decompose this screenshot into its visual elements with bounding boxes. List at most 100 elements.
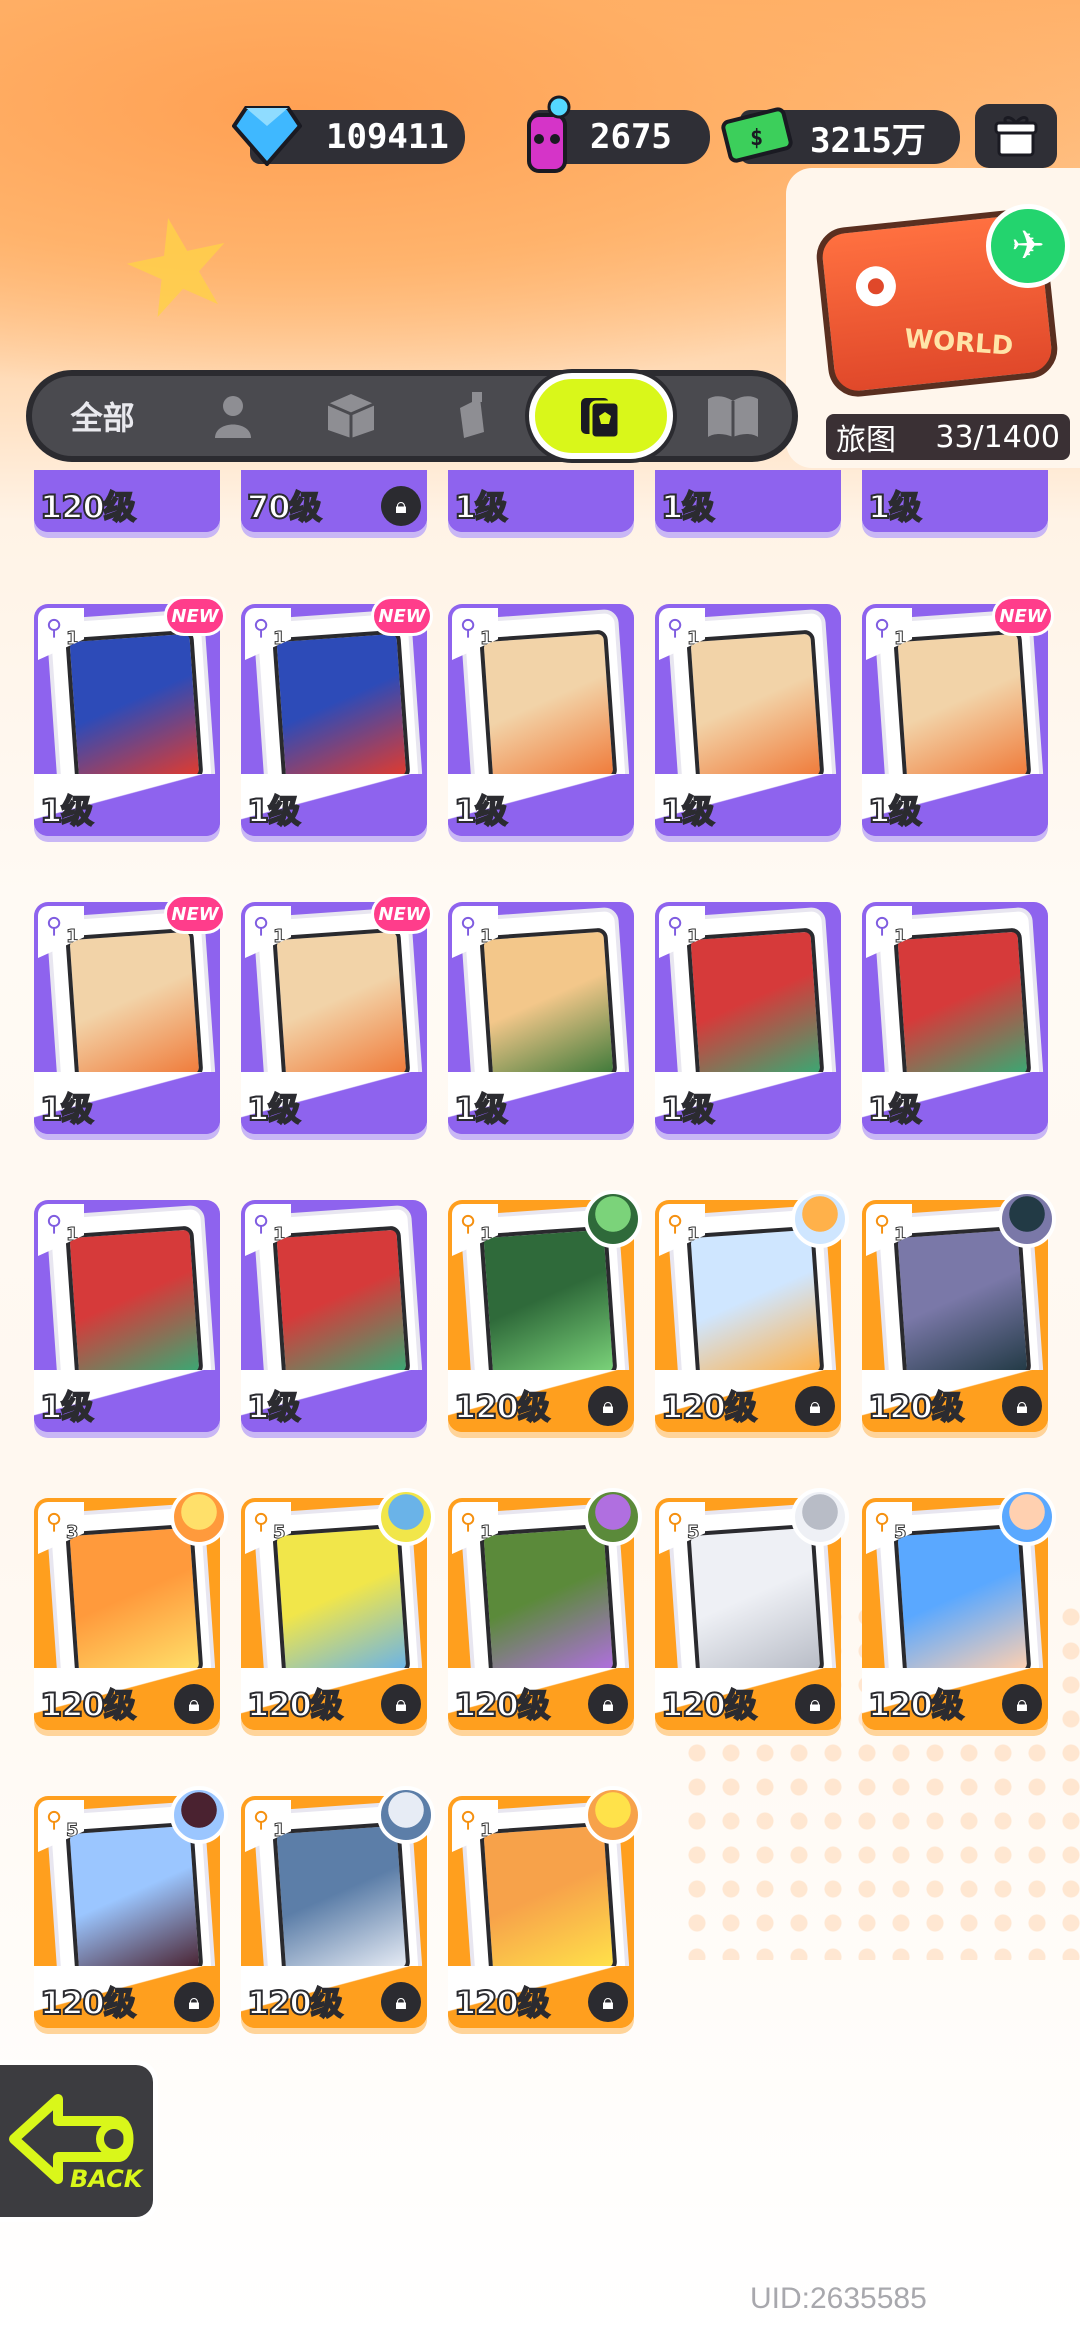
character-card[interactable]: ⚲ 5 120级 🔒︎	[34, 1786, 228, 2028]
gift-box-button[interactable]	[975, 104, 1057, 168]
character-card[interactable]: ⚲ 1 1级	[34, 1200, 220, 1432]
character-avatar	[998, 1488, 1056, 1546]
gem-count: 109411	[326, 117, 449, 157]
lock-icon: 🔒︎	[588, 1684, 628, 1724]
character-card[interactable]: ⚲ 5 120级 🔒︎	[241, 1488, 435, 1730]
character-card[interactable]: ⚲ 1 120级 🔒︎	[655, 1190, 849, 1432]
card-artwork	[479, 1523, 618, 1683]
character-card[interactable]: ⚲ 1 1级 NEW	[241, 596, 433, 836]
character-card-partial[interactable]: 1级	[655, 470, 841, 532]
tab-all[interactable]: 全部	[32, 376, 173, 456]
character-card[interactable]: ⚲ 1 1级 NEW	[34, 596, 226, 836]
role-icon: ⚲	[460, 914, 477, 939]
lock-icon: 🔒︎	[381, 1982, 421, 2022]
card-level: 120级	[246, 1983, 344, 2023]
card-level: 1级	[660, 1089, 715, 1129]
character-avatar	[377, 1786, 435, 1844]
role-icon: ⚲	[874, 914, 891, 939]
character-card[interactable]: ⚲ 1 120级 🔒︎	[448, 1190, 642, 1432]
card-level: 120级	[660, 1387, 758, 1427]
lock-icon: 🔒︎	[588, 1982, 628, 2022]
card-artwork	[686, 629, 825, 789]
character-avatar	[998, 1190, 1056, 1248]
tab-items[interactable]	[292, 376, 411, 456]
lock-icon: 🔒︎	[795, 1684, 835, 1724]
tab-sprays[interactable]	[411, 376, 530, 456]
character-card[interactable]: ⚲ 1 1级	[655, 604, 841, 836]
character-card[interactable]: ⚲ 1 120级 🔒︎	[862, 1190, 1056, 1432]
role-icon: ⚲	[253, 914, 270, 939]
card-level: 1级	[660, 791, 715, 831]
card-artwork	[686, 927, 825, 1087]
new-badge: NEW	[164, 596, 226, 636]
card-level: 120级	[453, 1387, 551, 1427]
card-level: 120级	[39, 487, 137, 527]
character-card[interactable]: ⚲ 1 1级 NEW	[862, 596, 1054, 836]
gem-currency[interactable]: 109411	[232, 106, 465, 166]
role-icon: ⚲	[253, 1808, 270, 1833]
lock-icon: 🔒︎	[174, 1982, 214, 2022]
card-artwork	[686, 1523, 825, 1683]
card-level: 1级	[246, 791, 301, 831]
character-card[interactable]: ⚲ 1 1级	[862, 902, 1048, 1134]
tab-cards[interactable]	[529, 373, 674, 459]
card-artwork	[893, 629, 1032, 789]
box-icon	[327, 394, 375, 438]
lock-icon: 🔒︎	[381, 486, 421, 526]
spray-currency[interactable]: 2675	[527, 95, 710, 173]
svg-text:$: $	[750, 126, 763, 151]
character-card[interactable]: ⚲ 1 1级	[655, 902, 841, 1134]
card-artwork	[893, 927, 1032, 1087]
character-card-partial[interactable]: 120级	[34, 470, 220, 532]
role-icon: ⚲	[460, 1212, 477, 1237]
person-icon	[214, 396, 251, 438]
cash-currency[interactable]: $ 3215万	[721, 107, 960, 164]
character-card[interactable]: ⚲ 5 120级 🔒︎	[655, 1488, 849, 1730]
role-icon: ⚲	[460, 1808, 477, 1833]
character-card[interactable]: ⚲ 1 1级 NEW	[34, 894, 226, 1134]
card-level: 1级	[246, 1387, 301, 1427]
card-level: 1级	[39, 791, 94, 831]
card-level: 120级	[660, 1685, 758, 1725]
character-card[interactable]: ⚲ 1 1级	[241, 1200, 427, 1432]
character-card[interactable]: ⚲ 1 1级 NEW	[241, 894, 433, 1134]
card-artwork	[272, 927, 411, 1087]
character-card[interactable]: ⚲ 1 120级 🔒︎	[448, 1488, 642, 1730]
character-card-partial[interactable]: 70级 🔒︎	[241, 470, 427, 532]
category-tab-bar: 全部	[26, 370, 798, 462]
card-level: 120级	[867, 1387, 965, 1427]
character-card[interactable]: ⚲ 5 120级 🔒︎	[862, 1488, 1056, 1730]
character-card-partial[interactable]: 1级	[862, 470, 1048, 532]
character-card[interactable]: ⚲ 1 120级 🔒︎	[448, 1786, 642, 2028]
role-icon: ⚲	[667, 1510, 684, 1535]
card-level: 120级	[39, 1685, 137, 1725]
new-badge: NEW	[164, 894, 226, 934]
character-avatar	[584, 1190, 642, 1248]
lock-icon: 🔒︎	[588, 1386, 628, 1426]
lock-icon: 🔒︎	[1002, 1386, 1042, 1426]
character-avatar	[584, 1786, 642, 1844]
role-icon: ⚲	[46, 1808, 63, 1833]
tab-characters[interactable]	[173, 376, 292, 456]
character-card[interactable]: ⚲ 1 1级	[448, 604, 634, 836]
lock-icon: 🔒︎	[795, 1386, 835, 1426]
character-card[interactable]: ⚲ 1 120级 🔒︎	[241, 1786, 435, 2028]
character-card[interactable]: ⚲ 3 120级 🔒︎	[34, 1488, 228, 1730]
tab-collection-book[interactable]	[673, 376, 792, 456]
spray-count: 2675	[590, 117, 672, 157]
role-icon: ⚲	[46, 616, 63, 641]
role-icon: ⚲	[253, 1212, 270, 1237]
card-level: 120级	[453, 1983, 551, 2023]
travel-map-button[interactable]: WORLD ✈ 旅图 33/1400	[786, 168, 1080, 468]
card-level: 70级	[246, 487, 323, 527]
back-button[interactable]: BACK	[0, 2060, 158, 2222]
card-artwork	[65, 927, 204, 1087]
character-card[interactable]: ⚲ 1 1级	[448, 902, 634, 1134]
book-icon	[707, 396, 758, 437]
role-icon: ⚲	[460, 1510, 477, 1535]
lock-icon: 🔒︎	[381, 1684, 421, 1724]
diamond-icon	[228, 96, 306, 174]
card-artwork	[272, 1523, 411, 1683]
card-level: 1级	[867, 487, 922, 527]
character-card-partial[interactable]: 1级	[448, 470, 634, 532]
